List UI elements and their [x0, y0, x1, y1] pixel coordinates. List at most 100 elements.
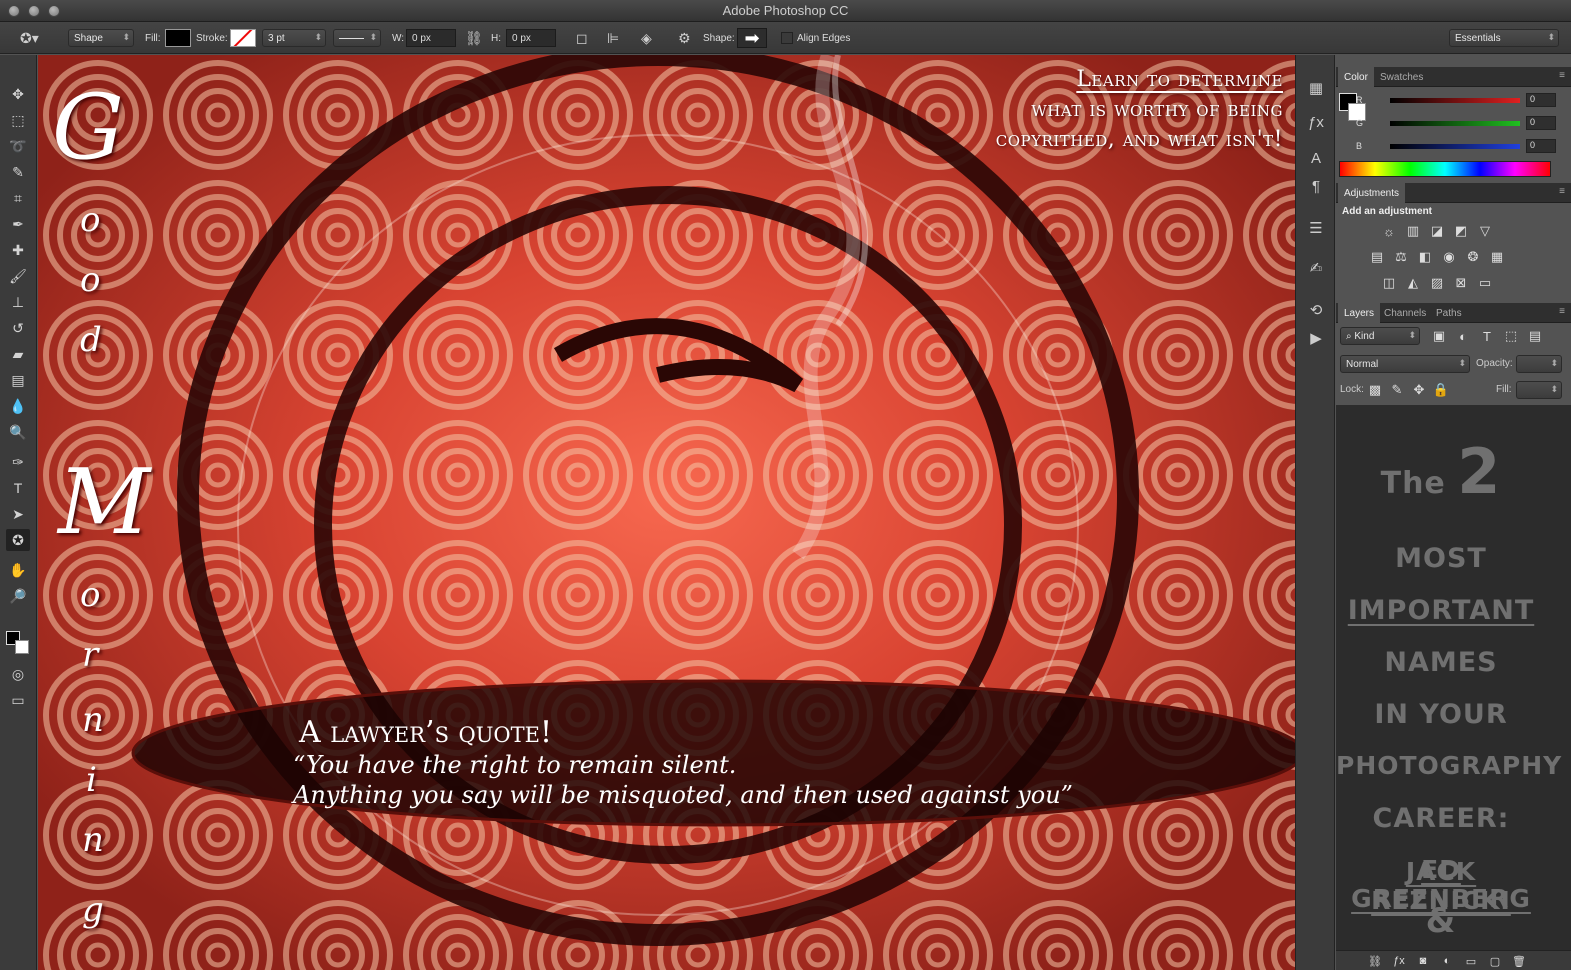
link-icon[interactable]: ⛓ [465, 28, 483, 48]
custom-shape-tool-icon[interactable]: ✪ [6, 529, 30, 551]
levels-icon[interactable]: ▥ [1404, 223, 1422, 239]
brush-tool-icon[interactable]: 🖌 [6, 265, 30, 287]
eyedropper-tool-icon[interactable]: ✒ [6, 213, 30, 235]
marquee-tool-icon[interactable]: ⬚ [6, 109, 30, 131]
blue-value-field[interactable]: 0 [1526, 139, 1556, 153]
filter-adjustment-icon[interactable]: ◐ [1454, 328, 1472, 344]
document-canvas[interactable]: G o o d M o r n i n g Learn to determine… [38, 55, 1295, 970]
layer-style-fx-icon[interactable]: ƒx [1390, 953, 1408, 969]
blur-tool-icon[interactable]: 💧 [6, 395, 30, 417]
link-layers-icon[interactable]: ⛓ [1366, 953, 1384, 969]
stroke-swatch[interactable] [230, 29, 256, 47]
tab-swatches[interactable]: Swatches [1374, 67, 1429, 87]
history-panel-icon[interactable]: ▦ [1305, 77, 1327, 99]
delete-layer-icon[interactable]: 🗑 [1510, 953, 1528, 969]
color-spectrum-ramp[interactable] [1339, 161, 1551, 177]
blue-slider[interactable] [1390, 143, 1520, 149]
invert-icon[interactable]: ◫ [1380, 275, 1398, 291]
hue-saturation-icon[interactable]: ▤ [1368, 249, 1386, 265]
selective-color-icon[interactable]: ⊠ [1452, 275, 1470, 291]
fill-swatch[interactable] [165, 29, 191, 47]
gear-icon[interactable]: ⚙ [678, 28, 691, 48]
green-value-field[interactable]: 0 [1526, 116, 1556, 130]
layer-filter-kind-select[interactable]: ⌕ Kind [1340, 327, 1420, 345]
filter-shape-icon[interactable]: ⬚ [1502, 328, 1520, 344]
height-field[interactable]: 0 px [506, 29, 556, 47]
actions-play-icon[interactable]: ▶ [1305, 327, 1327, 349]
lock-position-icon[interactable]: ✥ [1410, 382, 1428, 398]
green-slider[interactable] [1390, 120, 1520, 126]
tab-adjustments[interactable]: Adjustments [1338, 183, 1406, 203]
panel-menu-icon[interactable]: ≡ [1559, 306, 1565, 317]
properties-panel-icon[interactable]: ☰ [1305, 217, 1327, 239]
gradient-tool-icon[interactable]: ▤ [6, 369, 30, 391]
type-tool-icon[interactable]: T [6, 477, 30, 499]
curves-icon[interactable]: ◪ [1428, 223, 1446, 239]
tool-mode-select[interactable]: Shape [68, 29, 134, 47]
panel-menu-icon[interactable]: ≡ [1559, 70, 1565, 81]
lasso-tool-icon[interactable]: ➰ [6, 135, 30, 157]
color-balance-icon[interactable]: ⚖ [1392, 249, 1410, 265]
new-layer-icon[interactable]: ▢ [1486, 953, 1504, 969]
clone-stamp-tool-icon[interactable]: ⊥ [6, 291, 30, 313]
history-states-icon[interactable]: ⟲ [1305, 299, 1327, 321]
threshold-icon[interactable]: ▨ [1428, 275, 1446, 291]
character-panel-icon[interactable]: A [1305, 147, 1327, 169]
background-color-swatch[interactable] [15, 640, 29, 654]
brightness-contrast-icon[interactable]: ☼ [1380, 223, 1398, 239]
red-slider[interactable] [1390, 97, 1520, 103]
red-value-field[interactable]: 0 [1526, 93, 1556, 107]
opacity-field[interactable] [1516, 355, 1562, 373]
shape-picker-arrow-icon[interactable]: ➡ [737, 28, 767, 48]
healing-brush-tool-icon[interactable]: ✚ [6, 239, 30, 261]
lock-transparency-icon[interactable]: ▩ [1366, 382, 1384, 398]
workspace-select[interactable]: Essentials [1449, 29, 1559, 47]
photo-filter-icon[interactable]: ◉ [1440, 249, 1458, 265]
paragraph-panel-icon[interactable]: ¶ [1305, 175, 1327, 197]
move-tool-icon[interactable]: ✥ [6, 83, 30, 105]
panel-menu-icon[interactable]: ≡ [1559, 186, 1565, 197]
gradient-map-icon[interactable]: ▭ [1476, 275, 1494, 291]
width-field[interactable]: 0 px [406, 29, 456, 47]
path-operations-icon[interactable]: ◻ [576, 28, 588, 48]
fill-field[interactable] [1516, 381, 1562, 399]
quick-mask-icon[interactable]: ◎ [6, 663, 30, 685]
align-edges-checkbox[interactable] [781, 32, 793, 44]
filter-smart-object-icon[interactable]: ▤ [1526, 328, 1544, 344]
dodge-tool-icon[interactable]: 🔍 [6, 421, 30, 443]
tab-color[interactable]: Color [1338, 67, 1374, 87]
add-mask-icon[interactable]: ◙ [1414, 953, 1432, 969]
path-arrangement-icon[interactable]: ◈ [641, 28, 652, 48]
lock-all-icon[interactable]: 🔒 [1432, 382, 1450, 398]
path-alignment-icon[interactable]: ⊫ [607, 28, 619, 48]
new-group-icon[interactable]: ▭ [1462, 953, 1480, 969]
path-selection-tool-icon[interactable]: ➤ [6, 503, 30, 525]
screen-mode-icon[interactable]: ▭ [6, 689, 30, 711]
eraser-tool-icon[interactable]: ▰ [6, 343, 30, 365]
lock-image-icon[interactable]: ✎ [1388, 382, 1406, 398]
styles-fx-icon[interactable]: ƒx [1305, 111, 1327, 133]
quick-selection-tool-icon[interactable]: ✎ [6, 161, 30, 183]
exposure-icon[interactable]: ◩ [1452, 223, 1470, 239]
brush-presets-icon[interactable]: ✍ [1305, 257, 1327, 279]
posterize-icon[interactable]: ◭ [1404, 275, 1422, 291]
new-adjustment-layer-icon[interactable]: ◐ [1438, 953, 1456, 969]
pen-tool-icon[interactable]: ✑ [6, 451, 30, 473]
hand-tool-icon[interactable]: ✋ [6, 559, 30, 581]
tab-paths[interactable]: Paths [1430, 303, 1468, 323]
filter-pixel-icon[interactable]: ▣ [1430, 328, 1448, 344]
zoom-tool-icon[interactable]: 🔎 [6, 585, 30, 607]
color-lookup-icon[interactable]: ▦ [1488, 249, 1506, 265]
tab-layers[interactable]: Layers [1338, 303, 1381, 323]
stroke-type-select[interactable] [333, 29, 381, 47]
stroke-size-field[interactable]: 3 pt [262, 29, 326, 47]
tab-channels[interactable]: Channels [1378, 303, 1432, 323]
filter-type-icon[interactable]: T [1478, 328, 1496, 344]
channel-mixer-icon[interactable]: ❂ [1464, 249, 1482, 265]
crop-tool-icon[interactable]: ⌗ [6, 187, 30, 209]
history-brush-tool-icon[interactable]: ↺ [6, 317, 30, 339]
custom-shape-tool-preset-icon[interactable]: ✪▾ [20, 28, 39, 48]
black-white-icon[interactable]: ◧ [1416, 249, 1434, 265]
blend-mode-select[interactable]: Normal [1340, 355, 1470, 373]
vibrance-icon[interactable]: ▽ [1476, 223, 1494, 239]
